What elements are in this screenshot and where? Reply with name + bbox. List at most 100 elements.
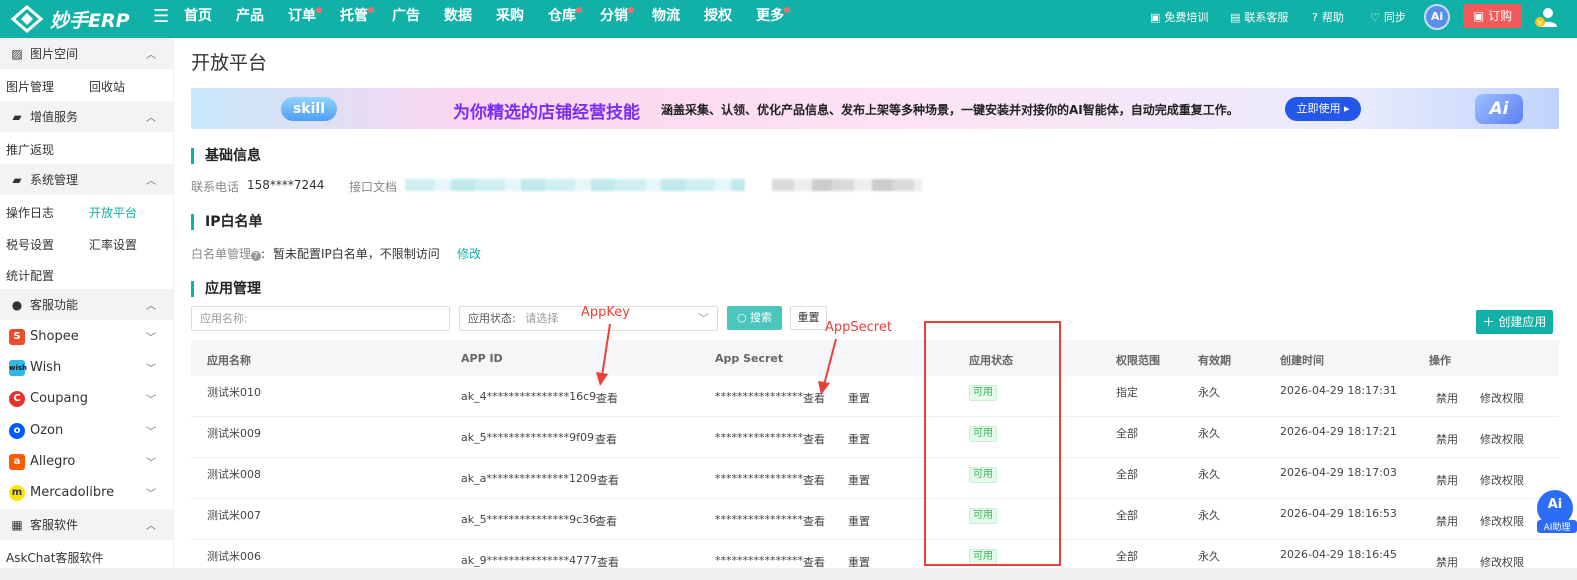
modify-permission-link[interactable]: 修改权限 [1480, 390, 1524, 406]
nav-item[interactable]: 数据 [444, 0, 472, 38]
menu-toggle-icon[interactable]: ☰ [153, 8, 171, 26]
sidebar-item-allegro[interactable]: a Allegro ﹀ [0, 446, 174, 477]
skill-badge: skill [281, 97, 337, 121]
reset-button[interactable]: 重置 [790, 306, 827, 330]
nav-item[interactable]: 广告 [392, 0, 420, 38]
user-avatar-icon[interactable]: V [1535, 6, 1557, 28]
app-name-cell: 测试米007 [207, 509, 261, 522]
app-secret-cell: **************** [715, 513, 803, 526]
help-circle-icon[interactable]: ? [251, 251, 262, 261]
notification-dot [784, 7, 790, 13]
view-app-id-link[interactable]: 查看 [596, 390, 618, 406]
basic-info-title: 基础信息 [191, 148, 261, 164]
sidebar-group-value-added[interactable]: ▰ 增值服务 ︿ [0, 101, 174, 132]
platform-label: Mercadolibre [30, 485, 115, 500]
disable-link[interactable]: 禁用 [1436, 472, 1458, 488]
sidebar-item-stat-config[interactable]: 统计配置 [6, 267, 54, 284]
chevron-down-icon: ﹀ [146, 333, 156, 344]
platform-label: Coupang [30, 391, 88, 406]
view-app-id-link[interactable]: 查看 [595, 513, 617, 529]
view-app-id-link[interactable]: 查看 [597, 472, 619, 488]
reset-secret-link[interactable]: 重置 [848, 472, 870, 488]
sidebar-item-ozon[interactable]: o Ozon ﹀ [0, 415, 174, 446]
nav-item[interactable]: 更多 [756, 0, 790, 38]
help-link[interactable]: ? 帮助 [1312, 9, 1344, 25]
annotation-appkey: AppKey [581, 305, 630, 320]
sidebar-item-referral[interactable]: 推广返现 [6, 141, 54, 158]
nav-item[interactable]: 首页 [184, 0, 212, 38]
ai-button[interactable]: Ai [1424, 4, 1450, 30]
sidebar-item-operation-log[interactable]: 操作日志 [6, 204, 54, 221]
chevron-down-icon: ﹀ [146, 489, 156, 500]
sidebar-item-image-management[interactable]: 图片管理 [6, 78, 54, 95]
sidebar-item-shopee[interactable]: S Shopee ﹀ [0, 321, 174, 352]
view-app-id-link[interactable]: 查看 [595, 431, 617, 447]
nav-item-label: 首页 [184, 8, 212, 24]
api-doc-label: 接口文档 [349, 180, 398, 194]
sidebar-item-recycle-bin[interactable]: 回收站 [89, 78, 125, 95]
nav-item[interactable]: 订单 [288, 0, 322, 38]
grid-icon: ▦ [11, 517, 23, 532]
api-doc-link-redacted[interactable] [405, 179, 745, 191]
coupang-icon: C [9, 390, 25, 407]
horizontal-scrollbar[interactable] [0, 568, 1577, 580]
sidebar-group-customer-service[interactable]: ● 客服功能 ︿ [0, 289, 174, 320]
training-icon: ▣ [1150, 10, 1161, 24]
view-secret-link[interactable]: 查看 [803, 513, 825, 529]
order-button[interactable]: ▣ 订购 [1463, 4, 1522, 28]
nav-item[interactable]: 分销 [600, 0, 634, 38]
nav-item[interactable]: 物流 [652, 0, 680, 38]
create-app-label: 创建应用 [1498, 315, 1547, 329]
disable-link[interactable]: 禁用 [1436, 513, 1458, 529]
app-name-input[interactable]: 应用名称: [191, 306, 450, 331]
chevron-down-icon: ﹀ [698, 312, 709, 325]
nav-item[interactable]: 仓库 [548, 0, 582, 38]
notification-dot [628, 7, 634, 13]
banner-use-now-button[interactable]: 立即使用 ▸ [1285, 97, 1361, 121]
page-title: 开放平台 [191, 52, 268, 74]
sidebar-group-system[interactable]: ▰ 系统管理 ︿ [0, 164, 174, 195]
wallet-icon: ▰ [12, 172, 22, 187]
nav-item[interactable]: 授权 [704, 0, 732, 38]
free-training-label: 免费培训 [1164, 11, 1209, 24]
logo-text: 妙手ERP [50, 9, 130, 32]
sidebar-item-exchange-rate[interactable]: 汇率设置 [89, 236, 137, 253]
phone-label: 联系电话 [191, 180, 240, 194]
created-cell: 2026-04-29 18:17:21 [1280, 425, 1397, 438]
search-button[interactable]: ○ 搜索 [727, 306, 782, 330]
sidebar-group-cs-software[interactable]: ▦ 客服软件 ︿ [0, 509, 174, 540]
disable-link[interactable]: 禁用 [1436, 431, 1458, 447]
reset-secret-link[interactable]: 重置 [848, 431, 870, 447]
search-icon: ○ [736, 311, 747, 324]
sidebar-item-askchat[interactable]: AskChat客服软件 [6, 549, 103, 566]
free-training-link[interactable]: ▣ 免费培训 [1150, 9, 1208, 25]
view-secret-link[interactable]: 查看 [803, 431, 825, 447]
nav-item[interactable]: 托管 [340, 0, 374, 38]
nav-item[interactable]: 采购 [496, 0, 524, 38]
reset-secret-link[interactable]: 重置 [848, 513, 870, 529]
reset-secret-link[interactable]: 重置 [848, 390, 870, 406]
whitelist-edit-link[interactable]: 修改 [457, 245, 481, 262]
app-name-cell: 测试米008 [207, 468, 261, 481]
sidebar-item-coupang[interactable]: C Coupang ﹀ [0, 383, 174, 414]
promo-banner[interactable]: skill 为你精选的店铺经营技能 涵盖采集、认领、优化产品信息、发布上架等多种… [191, 88, 1559, 129]
contact-service-link[interactable]: ▤ 联系客服 [1230, 9, 1288, 25]
sidebar-item-tax-settings[interactable]: 税号设置 [6, 236, 54, 253]
nav-item-label: 产品 [236, 8, 264, 24]
sidebar-group-image-space[interactable]: ▨ 图片空间 ︿ [0, 38, 174, 69]
sidebar-item-open-platform[interactable]: 开放平台 [89, 204, 137, 221]
nav-item[interactable]: 产品 [236, 0, 264, 38]
sidebar-item-mercadolibre[interactable]: m Mercadolibre ﹀ [0, 477, 174, 508]
modify-permission-link[interactable]: 修改权限 [1480, 513, 1524, 529]
modify-permission-link[interactable]: 修改权限 [1480, 431, 1524, 447]
modify-permission-link[interactable]: 修改权限 [1480, 472, 1524, 488]
logo[interactable]: 妙手ERP [10, 4, 130, 34]
sync-link[interactable]: ♡ 同步 [1370, 9, 1406, 25]
create-app-button[interactable]: ＋ 创建应用 [1476, 310, 1553, 334]
banner-description: 涵盖采集、认领、优化产品信息、发布上架等多种场景，一键安装并对接你的AI智能体，… [661, 103, 1239, 117]
disable-link[interactable]: 禁用 [1436, 390, 1458, 406]
bag-icon: ▣ [1472, 9, 1485, 23]
sidebar-item-wish[interactable]: wish Wish ﹀ [0, 352, 174, 383]
view-secret-link[interactable]: 查看 [803, 472, 825, 488]
platform-label: Allegro [30, 454, 76, 469]
